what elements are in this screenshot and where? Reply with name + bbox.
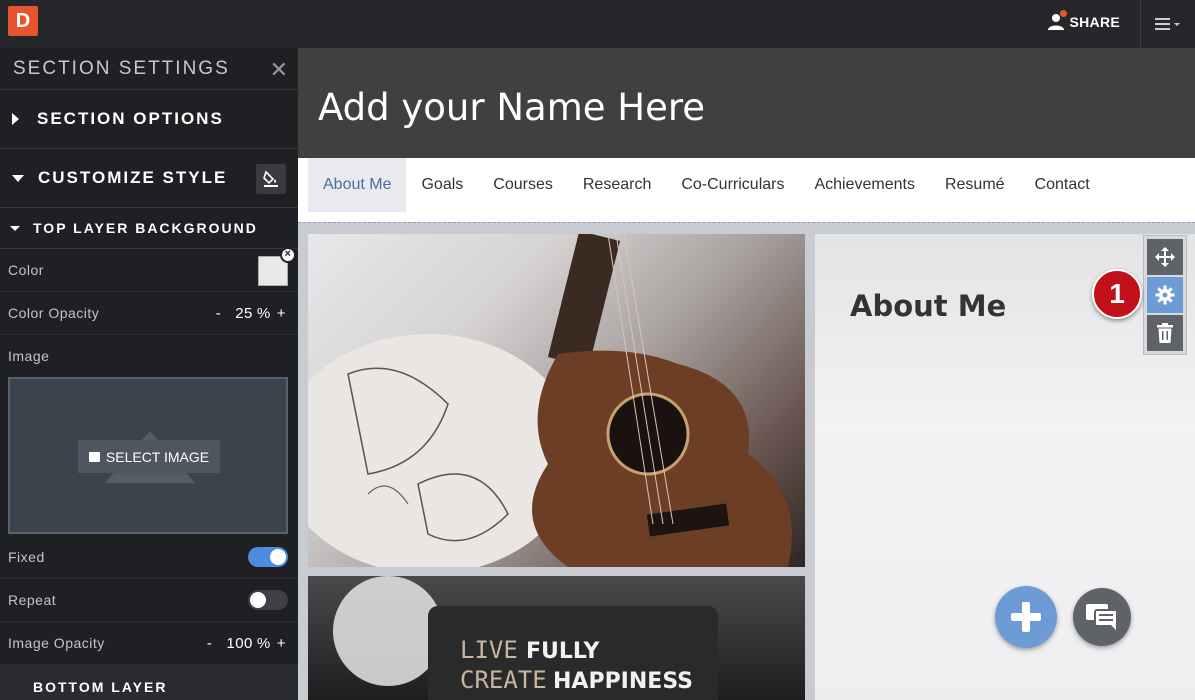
close-icon[interactable]: ✕ (270, 57, 288, 83)
photo-text-live: LIVE (460, 636, 518, 664)
photo-text-fully: FULLY (526, 639, 601, 664)
caret-down-icon (10, 225, 20, 231)
trash-icon[interactable] (1147, 315, 1183, 351)
clear-color-icon[interactable]: × (280, 247, 296, 263)
image-opacity-value: 100 (226, 634, 253, 652)
site-preview: Add your Name Here About Me Goals Course… (298, 48, 1195, 700)
panel-header: SECTION SETTINGS ✕ (0, 48, 298, 90)
nav-about-me[interactable]: About Me (308, 158, 407, 212)
quote-photo[interactable]: LIVE FULLY CREATE HAPPINESS (308, 576, 805, 700)
section-options-toggle[interactable]: SECTION OPTIONS (0, 90, 298, 149)
top-layer-label: TOP LAYER BACKGROUND (33, 220, 258, 236)
fixed-row: Fixed (0, 536, 298, 579)
nav-courses[interactable]: Courses (478, 158, 568, 212)
image-opacity-decrease[interactable]: - (207, 635, 213, 652)
color-opacity-increase[interactable]: + (277, 305, 286, 322)
image-opacity-increase[interactable]: + (277, 635, 286, 652)
move-icon[interactable] (1147, 239, 1183, 275)
site-header: Add your Name Here (298, 48, 1195, 158)
hamburger-icon (1155, 18, 1180, 30)
nav-co-curriculars[interactable]: Co-Curriculars (666, 158, 799, 212)
about-heading[interactable]: About Me (850, 289, 1006, 323)
fixed-toggle[interactable] (248, 547, 288, 567)
toggle-knob (250, 592, 266, 608)
nav-research[interactable]: Research (568, 158, 666, 212)
image-label: Image (8, 348, 50, 364)
customize-style-label: CUSTOMIZE STYLE (38, 168, 228, 187)
percent-sign: % (256, 304, 271, 322)
select-image-button[interactable]: SELECT IMAGE (78, 440, 220, 473)
photo-text-happiness: HAPPINESS (553, 669, 693, 694)
paint-bucket-icon[interactable] (256, 164, 286, 194)
panel-title: SECTION SETTINGS (13, 57, 230, 79)
color-row: Color × (0, 247, 298, 292)
site-nav: About Me Goals Courses Research Co-Curri… (308, 158, 1195, 212)
select-image-label: SELECT IMAGE (105, 448, 210, 465)
color-opacity-label: Color Opacity (8, 305, 100, 321)
share-button[interactable]: SHARE (1047, 0, 1120, 44)
share-label: SHARE (1069, 14, 1120, 30)
nav-achievements[interactable]: Achievements (799, 158, 930, 212)
content-section[interactable]: LIVE FULLY CREATE HAPPINESS About Me (298, 222, 1195, 700)
percent-sign: % (256, 634, 271, 652)
image-opacity-row: Image Opacity - 100 % + (0, 622, 298, 665)
chat-icon (1086, 604, 1118, 630)
nav-resume[interactable]: Resumé (930, 158, 1020, 212)
block-toolbox (1143, 235, 1187, 355)
section-options-label: SECTION OPTIONS (37, 109, 224, 128)
nav-goals[interactable]: Goals (406, 158, 478, 212)
color-label: Color (8, 262, 44, 278)
section-settings-panel: SECTION SETTINGS ✕ SECTION OPTIONS CUSTO… (0, 48, 298, 700)
gear-icon[interactable] (1147, 277, 1183, 313)
nav-contact[interactable]: Contact (1020, 158, 1105, 212)
color-opacity-value: 25 (235, 304, 253, 322)
plus-icon (1011, 602, 1041, 632)
top-bar: D SHARE (0, 0, 1195, 48)
image-dropzone[interactable]: SELECT IMAGE (8, 377, 288, 534)
add-block-button[interactable] (995, 586, 1057, 648)
photo-text-create: CREATE (460, 666, 547, 694)
guitar-photo[interactable] (308, 234, 805, 567)
top-layer-background-toggle[interactable]: TOP LAYER BACKGROUND (0, 208, 298, 249)
image-opacity-label: Image Opacity (8, 635, 105, 651)
notification-dot (1060, 10, 1068, 17)
chat-button[interactable] (1073, 588, 1131, 646)
repeat-label: Repeat (8, 592, 57, 608)
bottom-layer-toggle[interactable]: BOTTOM LAYER (0, 665, 298, 700)
fixed-label: Fixed (8, 549, 45, 565)
color-opacity-row: Color Opacity - 25 % + (0, 292, 298, 335)
bottom-layer-label: BOTTOM LAYER (33, 678, 168, 695)
site-title[interactable]: Add your Name Here (318, 86, 705, 129)
main-menu-button[interactable] (1140, 0, 1195, 48)
step-callout-badge: 1 (1092, 269, 1142, 319)
image-icon (88, 451, 100, 462)
caret-right-icon (12, 113, 19, 125)
app-logo[interactable]: D (8, 6, 38, 36)
user-icon (1047, 10, 1068, 31)
customize-style-toggle[interactable]: CUSTOMIZE STYLE (0, 149, 298, 208)
repeat-toggle[interactable] (248, 590, 288, 610)
caret-down-icon (12, 174, 24, 182)
repeat-row: Repeat (0, 579, 298, 622)
color-opacity-decrease[interactable]: - (216, 305, 222, 322)
toggle-knob (270, 549, 286, 565)
